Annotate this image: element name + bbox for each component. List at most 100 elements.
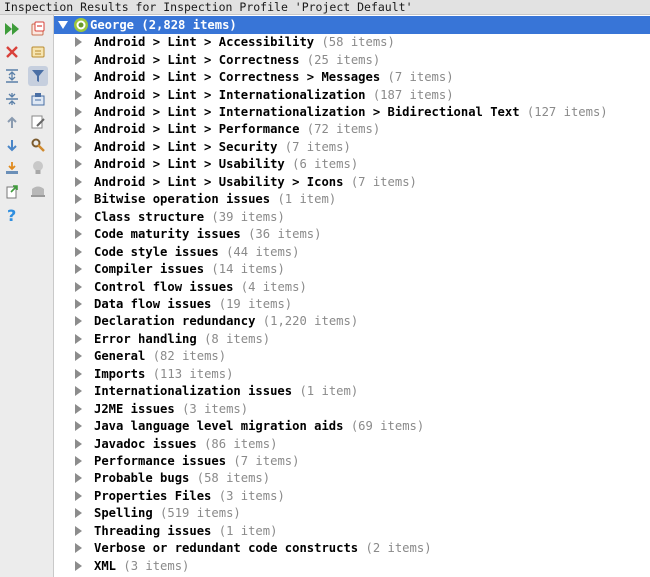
edit-icon[interactable] <box>28 112 48 132</box>
tree-row[interactable]: Bitwise operation issues (1 item) <box>54 191 650 208</box>
module-icon[interactable] <box>28 89 48 109</box>
tree-row[interactable]: Probable bugs (58 items) <box>54 470 650 487</box>
tree-row-count: (519 items) <box>160 506 241 521</box>
tree-row[interactable]: Spelling (519 items) <box>54 505 650 522</box>
tree-row-label: Android > Lint > Internationalization <box>94 87 366 102</box>
tree-row-label: Android > Lint > Correctness <box>94 52 300 67</box>
collapsed-arrow-icon[interactable] <box>75 194 82 205</box>
collapsed-arrow-icon[interactable] <box>75 543 82 554</box>
tree-row[interactable]: Imports (113 items) <box>54 366 650 383</box>
tree-row[interactable]: Verbose or redundant code constructs (2 … <box>54 540 650 557</box>
expand-all-icon[interactable] <box>2 66 22 86</box>
collapsed-arrow-icon[interactable] <box>75 246 82 257</box>
collapsed-arrow-icon[interactable] <box>75 403 82 414</box>
tree-row[interactable]: Control flow issues (4 items) <box>54 279 650 296</box>
rerun-icon[interactable] <box>2 19 22 39</box>
collapsed-arrow-icon[interactable] <box>75 438 82 449</box>
tree-row[interactable]: Declaration redundancy (1,220 items) <box>54 313 650 330</box>
collapsed-arrow-icon[interactable] <box>75 316 82 327</box>
collapsed-arrow-icon[interactable] <box>75 141 82 152</box>
tree-row-count: (86 items) <box>204 436 278 451</box>
collapsed-arrow-icon[interactable] <box>75 54 82 65</box>
tree-row[interactable]: Compiler issues (14 items) <box>54 261 650 278</box>
tree-row-text: General (82 items) <box>94 348 226 365</box>
collapsed-arrow-icon[interactable] <box>75 525 82 536</box>
tree-row[interactable]: Code maturity issues (36 items) <box>54 226 650 243</box>
tree-row[interactable]: Android > Lint > Correctness > Messages … <box>54 69 650 86</box>
collapsed-arrow-icon[interactable] <box>75 211 82 222</box>
tree-row-count: (7 items) <box>350 174 417 189</box>
collapsed-arrow-icon[interactable] <box>75 229 82 240</box>
collapsed-arrow-icon[interactable] <box>75 333 82 344</box>
tree-row[interactable]: Threading issues (1 item) <box>54 523 650 540</box>
tree-row[interactable]: Android > Lint > Usability > Icons (7 it… <box>54 174 650 191</box>
svg-text:?: ? <box>7 207 16 223</box>
close-icon[interactable] <box>2 42 22 62</box>
tree-row[interactable]: Android > Lint > Usability (6 items) <box>54 156 650 173</box>
previous-icon[interactable] <box>2 112 22 132</box>
tree-row[interactable]: Data flow issues (19 items) <box>54 296 650 313</box>
tree-row[interactable]: Properties Files (3 items) <box>54 488 650 505</box>
tree-row[interactable]: Javadoc issues (86 items) <box>54 436 650 453</box>
tree-row-text: Android > Lint > Accessibility (58 items… <box>94 34 395 51</box>
collapsed-arrow-icon[interactable] <box>75 386 82 397</box>
tree-row[interactable]: Class structure (39 items) <box>54 209 650 226</box>
help-icon[interactable]: ? <box>2 205 22 225</box>
collapsed-arrow-icon[interactable] <box>75 560 82 571</box>
tree-row[interactable]: XML (3 items) <box>54 558 650 575</box>
collapsed-arrow-icon[interactable] <box>75 124 82 135</box>
collapsed-arrow-icon[interactable] <box>75 508 82 519</box>
settings-icon[interactable] <box>28 135 48 155</box>
collapse-all-icon[interactable] <box>2 89 22 109</box>
export-icon[interactable] <box>2 158 22 178</box>
lightbulb-icon[interactable] <box>28 158 48 178</box>
tree-row[interactable]: Android > Lint > Internationalization (1… <box>54 87 650 104</box>
tree-row[interactable]: Performance issues (7 items) <box>54 453 650 470</box>
tree-row[interactable]: Android > Lint > Accessibility (58 items… <box>54 34 650 51</box>
collapsed-arrow-icon[interactable] <box>75 176 82 187</box>
filter-icon[interactable] <box>28 66 48 86</box>
tree-row[interactable]: Android > Lint > Correctness (25 items) <box>54 52 650 69</box>
collapsed-arrow-icon[interactable] <box>75 368 82 379</box>
tree-row-text: Code maturity issues (36 items) <box>94 226 321 243</box>
export-file-icon[interactable] <box>2 181 22 201</box>
tree-row[interactable]: Java language level migration aids (69 i… <box>54 418 650 435</box>
tree-row-count: (1 item) <box>277 192 337 207</box>
collapsed-arrow-icon[interactable] <box>75 490 82 501</box>
collapsed-arrow-icon[interactable] <box>75 37 82 48</box>
collapsed-arrow-icon[interactable] <box>75 89 82 100</box>
tree-row[interactable]: Android > Lint > Performance (72 items) <box>54 121 650 138</box>
collapsed-arrow-icon[interactable] <box>75 456 82 466</box>
group-icon[interactable] <box>28 19 48 39</box>
collapsed-arrow-icon[interactable] <box>75 351 82 362</box>
collapsed-arrow-icon[interactable] <box>75 473 82 484</box>
collapsed-arrow-icon[interactable] <box>75 298 82 309</box>
collapsed-arrow-icon[interactable] <box>75 107 82 117</box>
collapsed-arrow-icon[interactable] <box>75 264 82 275</box>
collapsed-arrow-icon[interactable] <box>75 281 82 292</box>
expand-arrow-icon[interactable] <box>58 21 68 29</box>
tree-root-row[interactable]: George (2,828 items) <box>54 16 650 34</box>
tree-row-count: (127 items) <box>526 105 608 119</box>
collapsed-arrow-icon[interactable] <box>75 421 82 432</box>
tree-row[interactable]: General (82 items) <box>54 348 650 365</box>
tree-row[interactable]: Android > Lint > Internationalization > … <box>54 104 650 121</box>
group-by-file-icon[interactable] <box>28 42 48 62</box>
tree-row-count: (6 items) <box>292 157 359 172</box>
tree-row-label: Properties Files <box>94 488 212 503</box>
tree-row-label: Android > Lint > Usability <box>94 157 285 172</box>
next-icon[interactable] <box>2 135 22 155</box>
tree-row[interactable]: Error handling (8 items) <box>54 331 650 348</box>
tree-row[interactable]: J2ME issues (3 items) <box>54 401 650 418</box>
suppress-icon[interactable] <box>28 181 48 201</box>
collapsed-arrow-icon[interactable] <box>75 159 82 170</box>
tree-row-text: Android > Lint > Usability > Icons (7 it… <box>94 174 417 191</box>
collapsed-arrow-icon[interactable] <box>75 72 82 83</box>
tree-row-label: Spelling <box>94 506 153 521</box>
tree-row[interactable]: Android > Lint > Security (7 items) <box>54 139 650 156</box>
tree-root-label: George <box>90 18 135 32</box>
tree-row-count: (3 items) <box>182 401 249 416</box>
tree-row-count: (36 items) <box>248 227 322 242</box>
tree-row[interactable]: Internationalization issues (1 item) <box>54 383 650 400</box>
tree-row[interactable]: Code style issues (44 items) <box>54 244 650 261</box>
